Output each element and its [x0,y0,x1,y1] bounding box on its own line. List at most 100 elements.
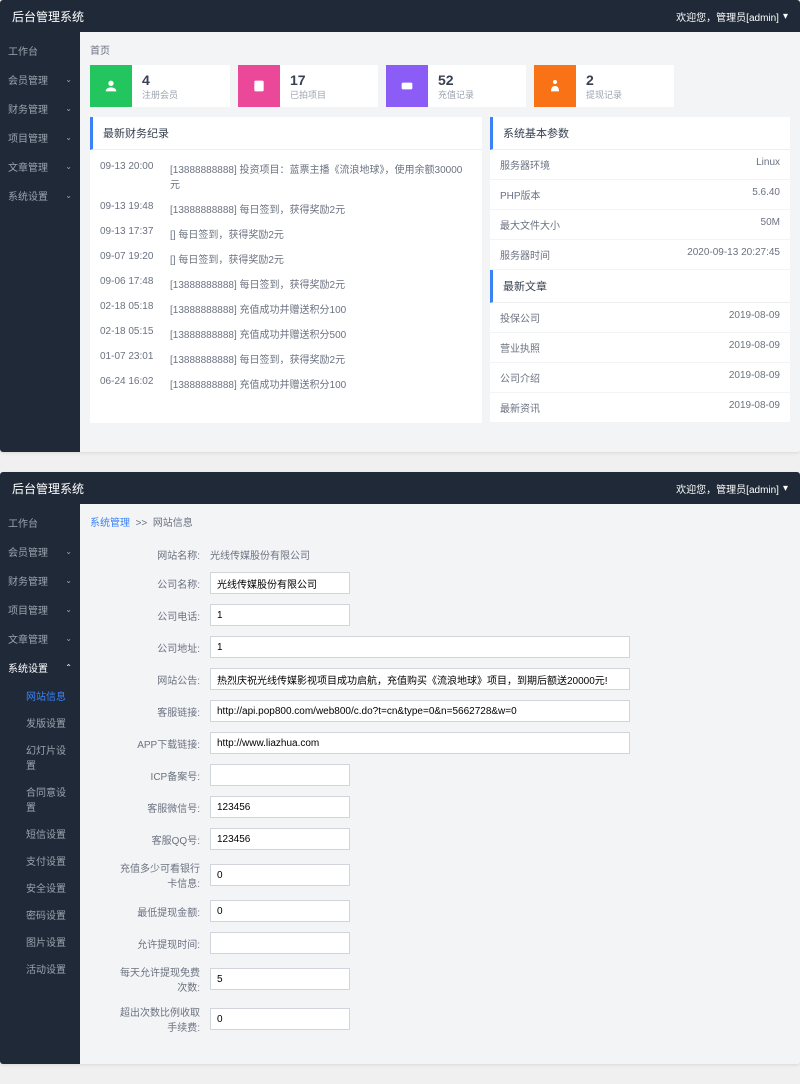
param-key: PHP版本 [500,187,541,202]
label-app-link: APP下载链接: [120,736,210,751]
sidebar-item-finance[interactable]: 财务管理⌄ [0,94,80,123]
sidebar-item-articles[interactable]: 文章管理⌄ [0,624,80,653]
input-qq[interactable] [210,828,350,850]
finance-log-panel: 最新财务纪录 09-13 20:00[13888888888] 投资项目：蓝票主… [90,117,482,423]
breadcrumb: 首页 [90,42,790,57]
input-bank-min[interactable] [210,864,350,886]
param-row: 服务器时间 2020-09-13 20:27:45 [490,240,790,270]
param-key: 最大文件大小 [500,217,560,232]
subnav-item[interactable]: 安全设置 [18,874,80,901]
label-withdraw-min: 最低提现金额: [120,904,210,919]
sidebar-item-projects[interactable]: 项目管理⌄ [0,595,80,624]
chevron-down-icon: ⌄ [65,162,72,171]
input-company-name[interactable] [210,572,350,594]
main-content: 首页 4注册会员 17已拍项目 52充值记录 2提现记录 最新财务纪录 09-1… [80,32,800,452]
log-item: 09-13 19:48[13888888888] 每日签到，获得奖励2元 [90,196,482,221]
label-site-notice: 网站公告: [120,672,210,687]
log-text: [13888888888] 充值成功并赠送积分100 [170,301,346,316]
chevron-down-icon: ⌄ [65,191,72,200]
sidebar-item-finance[interactable]: 财务管理⌄ [0,566,80,595]
subnav-item[interactable]: 网站信息 [18,682,80,709]
value-site-name: 光线传媒股份有限公司 [210,547,310,562]
label-company-name: 公司名称: [120,576,210,591]
sidebar-item-system[interactable]: 系统设置⌄ [0,181,80,210]
subnav-item[interactable]: 发版设置 [18,709,80,736]
sidebar-item-projects[interactable]: 项目管理⌄ [0,123,80,152]
article-date: 2019-08-09 [729,400,780,415]
stat-withdraw[interactable]: 2提现记录 [534,65,674,107]
subnav-item[interactable]: 合同意设置 [18,778,80,820]
input-site-notice[interactable] [210,668,630,690]
log-time: 09-06 17:48 [100,276,160,291]
log-item: 09-13 17:37[] 每日签到，获得奖励2元 [90,221,482,246]
user-menu[interactable]: 欢迎您，管理员[admin] ▾ [676,481,788,496]
label-qq: 客服QQ号: [120,832,210,847]
stat-recharge[interactable]: 52充值记录 [386,65,526,107]
panel-title: 系统基本参数 [490,117,790,150]
sidebar-item-dashboard[interactable]: 工作台 [0,508,80,537]
label-fee-rate: 超出次数比例收取手续费: [120,1004,210,1034]
log-time: 06-24 16:02 [100,376,160,391]
subnav-item[interactable]: 短信设置 [18,820,80,847]
input-fee-rate[interactable] [210,1008,350,1030]
subnav-item[interactable]: 活动设置 [18,955,80,982]
log-time: 02-18 05:15 [100,326,160,341]
stat-projects[interactable]: 17已拍项目 [238,65,378,107]
stats-row: 4注册会员 17已拍项目 52充值记录 2提现记录 [90,65,790,107]
label-company-addr: 公司地址: [120,640,210,655]
sidebar-item-articles[interactable]: 文章管理⌄ [0,152,80,181]
sidebar-item-members[interactable]: 会员管理⌄ [0,65,80,94]
param-key: 服务器时间 [500,247,550,262]
input-wechat[interactable] [210,796,350,818]
log-item: 09-13 20:00[13888888888] 投资项目：蓝票主播《流浪地球》… [90,156,482,196]
log-text: [] 每日签到，获得奖励2元 [170,251,284,266]
label-free-times: 每天允许提现免费次数: [120,964,210,994]
sidebar-item-members[interactable]: 会员管理⌄ [0,537,80,566]
user-menu[interactable]: 欢迎您，管理员[admin] ▾ [676,9,788,24]
article-title: 公司介绍 [500,370,540,385]
log-time: 09-13 19:48 [100,201,160,216]
input-icp[interactable] [210,764,350,786]
label-icp: ICP备案号: [120,768,210,783]
param-value: 2020-09-13 20:27:45 [687,247,780,262]
subnav-item[interactable]: 密码设置 [18,901,80,928]
article-title: 投保公司 [500,310,540,325]
input-company-addr[interactable] [210,636,630,658]
log-item: 02-18 05:15[13888888888] 充值成功并赠送积分500 [90,321,482,346]
breadcrumb-parent[interactable]: 系统管理 [90,518,130,529]
list-icon [238,65,280,107]
app-title: 后台管理系统 [12,480,84,497]
topbar: 后台管理系统 欢迎您，管理员[admin] ▾ [0,472,800,504]
stat-members[interactable]: 4注册会员 [90,65,230,107]
sidebar-item-system[interactable]: 系统设置⌃ [0,653,80,682]
param-value: 50M [761,217,780,232]
label-bank-min: 充值多少可看银行卡信息: [120,860,210,890]
log-text: [13888888888] 每日签到，获得奖励2元 [170,276,345,291]
log-text: [13888888888] 充值成功并赠送积分100 [170,376,346,391]
input-app-link[interactable] [210,732,630,754]
input-withdraw-time[interactable] [210,932,350,954]
input-withdraw-min[interactable] [210,900,350,922]
label-service-link: 客服链接: [120,704,210,719]
article-row[interactable]: 最新资讯2019-08-09 [490,393,790,423]
subnav-item[interactable]: 图片设置 [18,928,80,955]
chevron-down-icon: ▾ [783,11,788,22]
input-service-link[interactable] [210,700,630,722]
article-date: 2019-08-09 [729,370,780,385]
chevron-down-icon: ⌄ [65,104,72,113]
input-company-phone[interactable] [210,604,350,626]
param-value: Linux [756,157,780,172]
sidebar-item-dashboard[interactable]: 工作台 [0,36,80,65]
article-row[interactable]: 公司介绍 2019-08-09 [490,363,790,393]
article-title: 营业执照 [500,340,540,355]
settings-screen: 后台管理系统 欢迎您，管理员[admin] ▾ 工作台 会员管理⌄ 财务管理⌄ … [0,472,800,1064]
log-item: 06-24 16:02 [13888888888] 充值成功并赠送积分100 [90,371,482,396]
label-company-phone: 公司电话: [120,608,210,623]
article-row[interactable]: 投保公司2019-08-09 [490,303,790,333]
subnav-item[interactable]: 支付设置 [18,847,80,874]
article-row[interactable]: 营业执照2019-08-09 [490,333,790,363]
log-time: 09-07 19:20 [100,251,160,266]
main-content: 系统管理 >> 网站信息 网站名称:光线传媒股份有限公司 公司名称: 公司电话:… [80,504,800,1064]
subnav-item[interactable]: 幻灯片设置 [18,736,80,778]
input-free-times[interactable] [210,968,350,990]
